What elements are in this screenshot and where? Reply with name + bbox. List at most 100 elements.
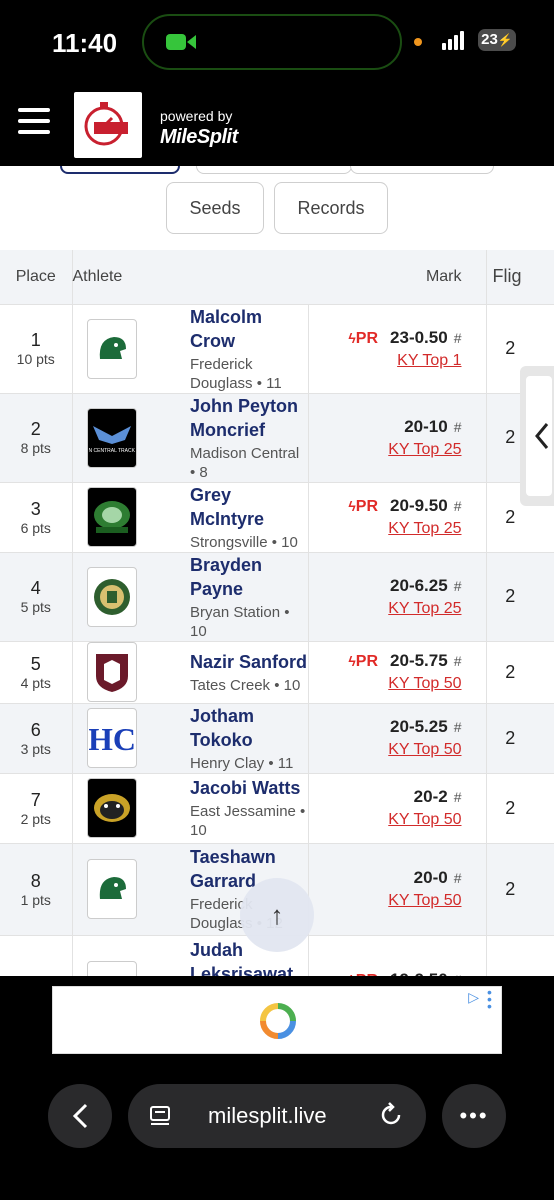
team-grade: Strongsville • 10 (190, 533, 298, 551)
flight-number: 2 (505, 506, 516, 527)
hamburger-menu-icon[interactable] (18, 108, 50, 136)
records-button[interactable]: Records (274, 182, 388, 234)
mark-value[interactable]: 20-5.75 (390, 651, 448, 671)
mark-value[interactable]: 20-2 (414, 787, 448, 807)
team-logo[interactable] (86, 642, 137, 702)
privacy-dot (414, 38, 422, 46)
lightning-icon: ϟ (348, 329, 356, 346)
mark-value[interactable]: 20-0 (414, 868, 448, 888)
pr-label: PR (355, 498, 379, 515)
chevron-left-icon (535, 423, 549, 449)
logo-cell (72, 640, 190, 703)
table-row[interactable]: 45 pts Brayden Payne Bryan Station • 10 20-… (0, 551, 554, 641)
state-rank-link[interactable]: KY Top 25 (309, 520, 486, 538)
hash-symbol: # (453, 719, 462, 735)
lightning-icon: ϟ (348, 972, 355, 976)
reload-icon[interactable] (378, 1102, 404, 1128)
pr-label: PR (355, 653, 379, 670)
mark-value[interactable]: 20-5.25 (390, 717, 448, 737)
table-row[interactable]: 1 10 pts Malcolm Crow Frederick Douglass • … (0, 303, 554, 393)
hash-symbol: # (453, 577, 462, 594)
team-logo[interactable] (86, 778, 137, 838)
scroll-to-top-button[interactable]: ↑ (240, 878, 314, 952)
place-number: 3 (30, 498, 41, 519)
state-rank-link[interactable]: KY Top 50 (309, 675, 486, 693)
charging-icon: ⚡ (497, 33, 513, 47)
place-number: 6 (30, 719, 41, 740)
table-row[interactable]: 72 pts Jacobi Watts East Jessamine • 10 20-… (0, 772, 554, 843)
team-grade: Tates Creek • 10 (190, 676, 301, 694)
team-grade: East Jessamine • 10 (190, 803, 306, 839)
more-dots-icon[interactable]: • • • (487, 985, 495, 1013)
logo-cell (72, 772, 190, 843)
column-place[interactable]: Place (0, 250, 73, 304)
place-number: 4 (30, 578, 41, 598)
table-row[interactable]: 63 pts HC Jotham Tokoko Henry Clay • 11 20-5… (0, 702, 554, 773)
column-mark[interactable]: Mark (308, 250, 487, 304)
place-cell: 1 10 pts (0, 303, 73, 393)
state-rank-link[interactable]: KY Top 50 (309, 811, 486, 829)
seeds-button[interactable]: Seeds (166, 182, 264, 234)
place-number: 1 (30, 330, 41, 350)
state-rank-link[interactable]: KY Top 25 (309, 441, 486, 459)
points: 8 pts (20, 440, 51, 456)
mark-value[interactable]: 20-6.25 (390, 576, 448, 596)
mark-value[interactable]: 20-10 (404, 417, 447, 437)
state-rank-link[interactable]: KY Top 25 (309, 600, 486, 618)
pr-label: PR (356, 972, 378, 976)
team-logo[interactable] (86, 487, 137, 547)
pr-badge: ϟPR (348, 972, 378, 976)
athlete-name-link[interactable]: Malcolm Crow (190, 305, 308, 353)
column-flight[interactable]: Flig (486, 250, 554, 304)
mark-value[interactable]: 23-0.50 (390, 328, 448, 348)
column-athlete[interactable]: Athlete (72, 250, 308, 304)
hash-symbol: # (453, 498, 462, 514)
flight-number: 2 (505, 338, 516, 358)
milesplit-logo[interactable]: MileSplit (160, 126, 238, 149)
team-logo[interactable] (86, 318, 137, 379)
team-logo[interactable] (86, 859, 137, 919)
mark-cell: ϟPR19-9.50#KY Top 50 (308, 934, 487, 976)
athlete-cell: Grey McIntyre Strongsville • 10 (190, 481, 309, 552)
tab-active[interactable] (60, 166, 180, 174)
tab[interactable] (350, 166, 494, 174)
state-rank-link[interactable]: KY Top 50 (309, 892, 486, 910)
athlete-name-link[interactable]: Grey McIntyre (190, 483, 308, 531)
team-logo[interactable] (86, 566, 137, 627)
lightning-icon: ϟ (348, 498, 356, 514)
back-button[interactable] (48, 1084, 112, 1148)
meet-logo[interactable] (74, 92, 142, 158)
pr-badge: ϟPR (348, 653, 378, 671)
adchoices-icon[interactable]: ▷ (468, 989, 479, 1006)
table-row[interactable]: 28 pts MADISON CENTRAL TRACK & FIELD John … (0, 392, 554, 482)
back-arrow-icon (72, 1103, 88, 1129)
logo-cell (72, 481, 190, 552)
arrow-up-icon: ↑ (270, 899, 284, 930)
state-rank-link[interactable]: KY Top 50 (309, 741, 486, 759)
state-rank-link[interactable]: KY Top 1 (309, 352, 486, 370)
tab[interactable] (196, 166, 352, 174)
mark-value[interactable]: 20-9.50 (390, 496, 448, 516)
team-logo[interactable]: MADISON CENTRAL TRACK & FIELD (86, 407, 137, 468)
status-bar: 11:40 23⚡ (0, 0, 554, 84)
athlete-name-link[interactable]: Nazir Sanford (190, 650, 308, 674)
hash-symbol: # (453, 329, 462, 346)
address-bar[interactable]: milesplit.live (128, 1084, 426, 1148)
flight-number: 2 (505, 797, 516, 818)
table-row[interactable]: 36 pts Grey McIntyre Strongsville • 10 ϟPR 2… (0, 481, 554, 552)
team-logo[interactable]: HC (86, 708, 137, 768)
athlete-name-link[interactable]: Jotham Tokoko (190, 704, 308, 752)
mark-cell: 20-10 # KY Top 25 (308, 392, 487, 482)
table-row[interactable]: 54 pts Nazir Sanford Tates Creek • 10 ϟPR 20… (0, 640, 554, 703)
pr-badge: ϟPR (348, 498, 378, 516)
mark-cell: ϟPR 20-9.50 # KY Top 25 (308, 481, 487, 552)
more-options-button[interactable]: ••• (442, 1084, 506, 1148)
athlete-name-link[interactable]: Brayden Payne (190, 553, 308, 601)
athlete-name-link[interactable]: John Peyton Moncrief (190, 394, 308, 442)
athlete-name-link[interactable]: Jacobi Watts (190, 776, 308, 800)
team-logo[interactable]: MS (86, 961, 137, 976)
place-cell: 72 pts (0, 772, 73, 843)
side-drawer-tab[interactable] (520, 366, 554, 506)
ad-banner[interactable]: ▷ • • • (52, 985, 502, 1054)
mark-value[interactable]: 19-9.50 (390, 970, 448, 976)
